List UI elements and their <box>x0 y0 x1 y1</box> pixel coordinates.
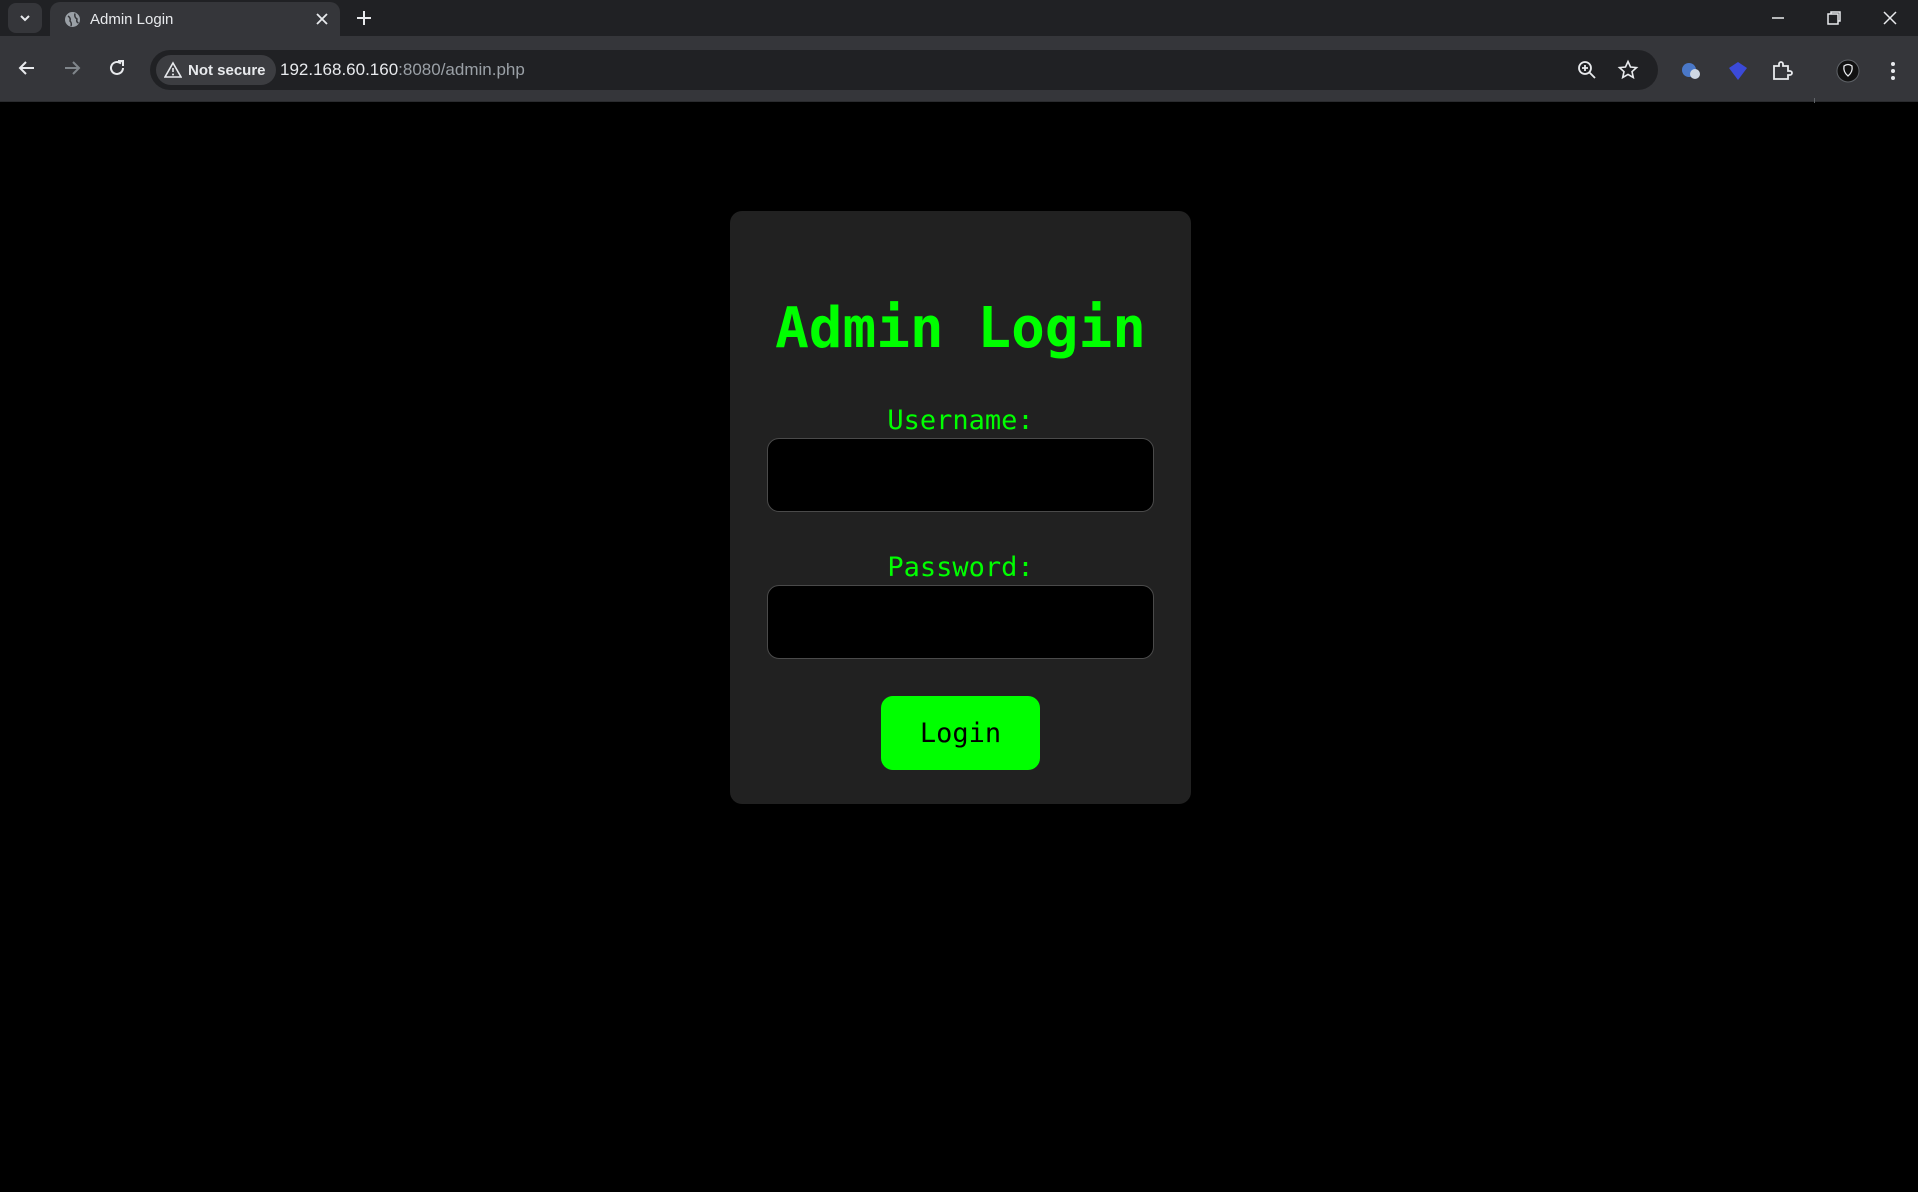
username-label: Username: <box>887 405 1034 436</box>
url-host: 192.168.60.160 <box>280 60 399 79</box>
kebab-menu-icon[interactable] <box>1880 58 1906 84</box>
puzzle-piece-icon[interactable] <box>1769 58 1795 84</box>
window-close-icon[interactable] <box>1878 6 1902 30</box>
warning-icon <box>164 61 182 78</box>
login-card: Admin Login Username: Password: Login <box>730 211 1191 804</box>
security-indicator[interactable]: Not secure <box>156 55 276 85</box>
extension-shield-icon[interactable] <box>1725 58 1751 84</box>
restore-icon[interactable] <box>1822 6 1846 30</box>
plus-icon[interactable] <box>353 7 375 29</box>
forward-button[interactable] <box>57 53 87 83</box>
page-viewport: Admin Login Username: Password: Login <box>0 103 1918 1192</box>
globe-icon <box>65 12 80 27</box>
password-input[interactable] <box>767 585 1154 659</box>
arrow-right-icon <box>65 61 81 75</box>
url-text[interactable]: 192.168.60.160:8080/admin.php <box>280 60 525 80</box>
chevron-down-icon <box>20 15 30 22</box>
reload-icon <box>110 60 124 75</box>
tab-search-button[interactable] <box>8 3 42 33</box>
address-bar[interactable]: Not secure 192.168.60.160:8080/admin.php <box>150 50 1658 90</box>
back-button[interactable] <box>12 53 42 83</box>
tab-title: Admin Login <box>90 11 174 28</box>
tab-admin-login[interactable]: Admin Login <box>50 2 340 36</box>
security-label: Not secure <box>188 61 266 79</box>
extension-translate-icon[interactable] <box>1678 58 1704 84</box>
browser-toolbar: Not secure 192.168.60.160:8080/admin.php… <box>0 36 1918 123</box>
login-button[interactable]: Login <box>881 696 1040 770</box>
username-input[interactable] <box>767 438 1154 512</box>
page-title: Admin Login <box>775 296 1146 361</box>
tab-strip: Admin Login <box>0 0 1918 36</box>
url-path: :8080/admin.php <box>398 60 525 79</box>
reload-button[interactable] <box>102 53 132 83</box>
minimize-icon[interactable] <box>1766 6 1790 30</box>
password-label: Password: <box>887 552 1034 583</box>
zoom-icon[interactable] <box>1576 59 1598 81</box>
profile-avatar-icon[interactable] <box>1835 58 1861 84</box>
bookmark-star-icon[interactable] <box>1617 59 1639 81</box>
arrow-left-icon <box>18 61 34 75</box>
close-icon[interactable] <box>312 9 332 29</box>
